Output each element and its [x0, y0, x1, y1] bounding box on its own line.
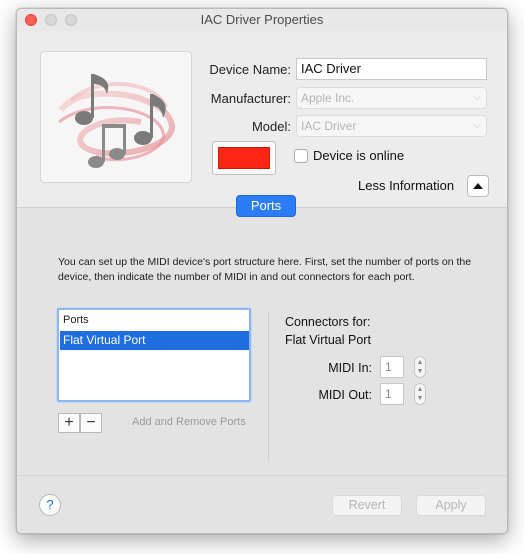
- vertical-divider: [268, 311, 269, 461]
- less-information-button[interactable]: [467, 175, 489, 197]
- apply-button[interactable]: Apply: [416, 495, 486, 516]
- manufacturer-value: Apple Inc.: [301, 91, 355, 105]
- revert-button[interactable]: Revert: [332, 495, 402, 516]
- midi-out-stepper[interactable]: ▲ ▼: [414, 383, 426, 405]
- manufacturer-popup[interactable]: Apple Inc. ⌵: [296, 87, 487, 109]
- stepper-down-icon: ▼: [416, 395, 424, 402]
- device-info-section: Device Name: IAC Driver Manufacturer: Ap…: [17, 31, 507, 207]
- midi-in-label: MIDI In:: [328, 361, 372, 375]
- add-remove-ports-label: Add and Remove Ports: [132, 416, 246, 428]
- device-online-label: Device is online: [313, 148, 405, 163]
- chevron-down-icon: ⌵: [473, 92, 481, 103]
- connectors-for-label: Connectors for:: [285, 315, 371, 329]
- triangle-up-icon: [473, 183, 483, 189]
- help-button[interactable]: ?: [39, 494, 61, 516]
- footer-divider: [17, 475, 507, 476]
- midi-music-notes-icon: [58, 74, 175, 168]
- less-information-label: Less Information: [358, 178, 455, 193]
- list-item[interactable]: Flat Virtual Port: [60, 331, 249, 350]
- device-online-checkbox[interactable]: [294, 149, 308, 163]
- device-name-field[interactable]: IAC Driver: [296, 58, 487, 80]
- minimize-window-button[interactable]: [45, 14, 57, 26]
- remove-port-button[interactable]: −: [80, 413, 102, 433]
- model-value: IAC Driver: [301, 119, 357, 133]
- iac-driver-properties-window: IAC Driver Properties Device Name: IAC D…: [16, 8, 508, 534]
- midi-out-label: MIDI Out:: [318, 388, 372, 402]
- zoom-window-button[interactable]: [65, 14, 77, 26]
- midi-out-field[interactable]: 1: [380, 383, 404, 405]
- device-color-well[interactable]: [212, 141, 276, 175]
- title-bar[interactable]: IAC Driver Properties: [17, 9, 507, 31]
- device-name-label: Device Name:: [209, 62, 291, 77]
- ports-description: You can set up the MIDI device's port st…: [58, 256, 472, 283]
- chevron-down-icon: ⌵: [473, 120, 481, 131]
- stepper-up-icon: ▲: [416, 359, 424, 366]
- device-icon-well[interactable]: [40, 51, 192, 183]
- device-color-swatch: [218, 147, 270, 169]
- midi-in-stepper[interactable]: ▲ ▼: [414, 356, 426, 378]
- window-title: IAC Driver Properties: [200, 12, 324, 27]
- ports-list[interactable]: Ports Flat Virtual Port: [57, 308, 251, 402]
- stepper-down-icon: ▼: [416, 368, 424, 375]
- add-port-button[interactable]: +: [58, 413, 80, 433]
- midi-in-field[interactable]: 1: [380, 356, 404, 378]
- manufacturer-label: Manufacturer:: [210, 91, 291, 106]
- model-label: Model:: [251, 119, 291, 134]
- ports-list-header: Ports: [63, 314, 89, 326]
- connectors-port-name: Flat Virtual Port: [285, 333, 371, 347]
- close-window-button[interactable]: [25, 14, 37, 26]
- stepper-up-icon: ▲: [416, 386, 424, 393]
- model-popup[interactable]: IAC Driver ⌵: [296, 115, 487, 137]
- tab-ports[interactable]: Ports: [236, 195, 296, 217]
- connectors-heading: Connectors for: Flat Virtual Port: [285, 313, 371, 349]
